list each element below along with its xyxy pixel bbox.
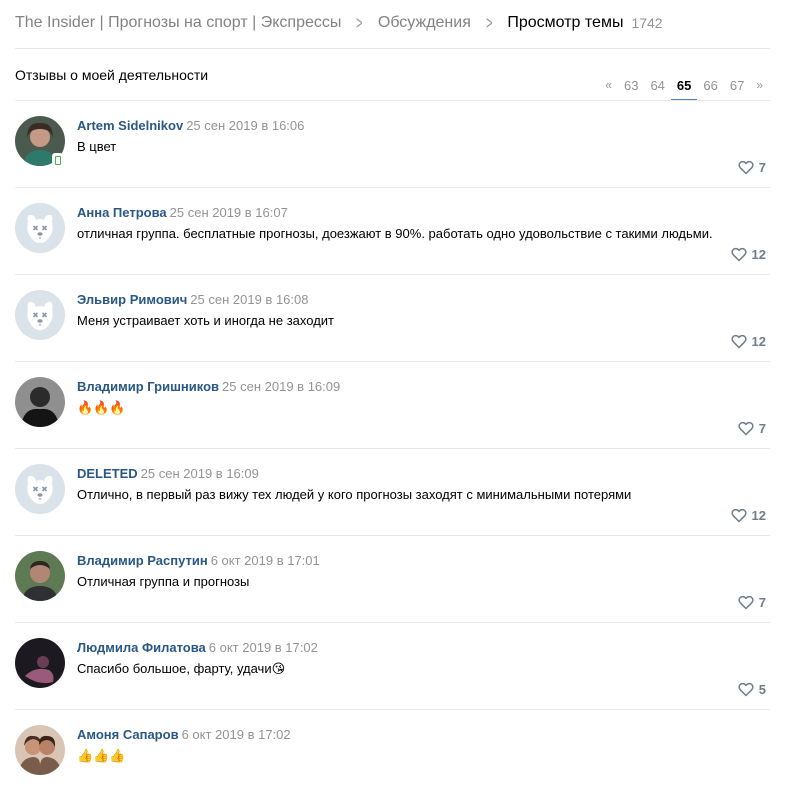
like-button[interactable]: 7	[738, 421, 766, 436]
comment-date[interactable]: 25 сен 2019 в 16:07	[170, 205, 288, 220]
like-count: 7	[758, 160, 766, 175]
author-link[interactable]: Амоня Сапаров	[77, 727, 179, 742]
pager-next-button[interactable]: »	[750, 78, 769, 101]
pager-page[interactable]: 66	[697, 78, 723, 101]
avatar[interactable]	[15, 203, 65, 253]
avatar[interactable]	[15, 551, 65, 601]
avatar[interactable]	[15, 638, 65, 688]
comment-header: Владимир Гришников 25 сен 2019 в 16:09	[77, 379, 340, 394]
author-link[interactable]: Людмила Филатова	[77, 640, 206, 655]
avatar[interactable]	[15, 725, 65, 775]
comment-text: В цвет	[77, 139, 117, 154]
like-count: 7	[758, 595, 766, 610]
author-link[interactable]: Эльвир Римович	[77, 292, 187, 307]
pager-page[interactable]: 63	[618, 78, 644, 101]
heart-icon	[730, 334, 752, 349]
comment-item: Владимир Гришников 25 сен 2019 в 16:09 🔥🔥🔥…	[15, 362, 770, 449]
topic-title: Отзывы о моей деятельности	[15, 67, 209, 83]
heart-icon	[738, 682, 759, 697]
heart-icon	[738, 595, 759, 610]
comment-text: 👍👍👍	[77, 748, 126, 763]
comment-header: Artem Sidelnikov 25 сен 2019 в 16:06	[77, 118, 304, 133]
author-link[interactable]: Владимир Гришников	[77, 379, 219, 394]
breadcrumb: The Insider | Прогнозы на спорт | Экспре…	[15, 12, 663, 34]
like-count: 12	[751, 508, 766, 523]
comment-date[interactable]: 25 сен 2019 в 16:06	[186, 118, 304, 133]
comment-item: Artem Sidelnikov 25 сен 2019 в 16:06 В цве…	[15, 101, 770, 188]
avatar[interactable]	[15, 290, 65, 340]
comment-item: Амоня Сапаров 6 окт 2019 в 17:02 👍👍👍	[15, 710, 770, 797]
comment-item: Владимир Распутин 6 окт 2019 в 17:01 Отлич…	[15, 536, 770, 623]
comment-text: отличная группа. бесплатные прогнозы, до…	[77, 226, 713, 241]
breadcrumb-discussions-link[interactable]: Обсуждения	[378, 14, 471, 32]
comment-header: Владимир Распутин 6 окт 2019 в 17:01	[77, 553, 320, 568]
comment-item: Анна Петрова 25 сен 2019 в 16:07 отличная …	[15, 188, 770, 275]
heart-icon	[730, 508, 752, 523]
like-button[interactable]: 7	[738, 160, 766, 175]
author-link[interactable]: Владимир Распутин	[77, 553, 208, 568]
chevron-right-icon: >	[356, 12, 363, 33]
pager-page[interactable]: 64	[644, 78, 670, 101]
comment-date[interactable]: 6 окт 2019 в 17:02	[182, 727, 291, 742]
pager-page[interactable]: 67	[724, 78, 750, 101]
like-count: 12	[751, 247, 766, 262]
divider	[15, 48, 770, 49]
chevron-right-icon: >	[485, 12, 493, 33]
comment-text: Спасибо большое, фарту, удачи😘	[77, 661, 286, 676]
like-button[interactable]: 12	[730, 247, 766, 262]
author-link[interactable]: Artem Sidelnikov	[77, 118, 183, 133]
comment-item: DELETED 25 сен 2019 в 16:09 Отлично, в пер…	[15, 449, 770, 536]
heart-icon	[738, 421, 759, 436]
like-count: 5	[758, 682, 766, 697]
avatar[interactable]	[15, 464, 65, 514]
pager-page-current: 65	[670, 78, 698, 101]
comment-item: Эльвир Римович 25 сен 2019 в 16:08 Меня ус…	[15, 275, 770, 362]
comment-text: Меня устраивает хоть и иногда не заходит	[77, 313, 334, 328]
comment-date[interactable]: 25 сен 2019 в 16:08	[190, 292, 308, 307]
comment-text: Отлично, в первый раз вижу тех людей у к…	[77, 487, 632, 502]
comment-date[interactable]: 6 окт 2019 в 17:01	[211, 553, 320, 568]
pagination: « 63 64 65 66 67 »	[599, 78, 769, 101]
post-count: 1742	[631, 15, 663, 31]
like-button[interactable]: 12	[730, 508, 766, 523]
like-button[interactable]: 12	[730, 334, 766, 349]
avatar[interactable]	[15, 377, 65, 427]
mobile-icon	[52, 153, 63, 167]
comment-header: Эльвир Римович 25 сен 2019 в 16:08	[77, 292, 308, 307]
comment-date[interactable]: 25 сен 2019 в 16:09	[222, 379, 340, 394]
comment-header: Людмила Филатова 6 окт 2019 в 17:02	[77, 640, 318, 655]
comments-list: Artem Sidelnikov 25 сен 2019 в 16:06 В цве…	[15, 101, 770, 797]
comment-date[interactable]: 25 сен 2019 в 16:09	[141, 466, 259, 481]
comment-header: Анна Петрова 25 сен 2019 в 16:07	[77, 205, 288, 220]
like-button[interactable]: 5	[738, 682, 766, 697]
like-button[interactable]: 7	[738, 595, 766, 610]
author-link[interactable]: Анна Петрова	[77, 205, 167, 220]
comment-header: DELETED 25 сен 2019 в 16:09	[77, 466, 259, 481]
heart-icon	[738, 160, 759, 175]
breadcrumb-current: Просмотр темы	[507, 14, 624, 31]
like-count: 7	[758, 421, 766, 436]
comment-header: Амоня Сапаров 6 окт 2019 в 17:02	[77, 727, 291, 742]
like-count: 12	[751, 334, 766, 349]
pager-prev-button[interactable]: «	[599, 78, 618, 101]
comment-date[interactable]: 6 окт 2019 в 17:02	[209, 640, 318, 655]
comment-item: Людмила Филатова 6 окт 2019 в 17:02 Спасиб…	[15, 623, 770, 710]
author-link[interactable]: DELETED	[77, 466, 138, 481]
breadcrumb-group-link[interactable]: The Insider | Прогнозы на спорт | Экспре…	[15, 14, 341, 32]
comment-text: 🔥🔥🔥	[77, 400, 126, 415]
heart-icon	[730, 247, 752, 262]
comment-text: Отличная группа и прогнозы	[77, 574, 250, 589]
